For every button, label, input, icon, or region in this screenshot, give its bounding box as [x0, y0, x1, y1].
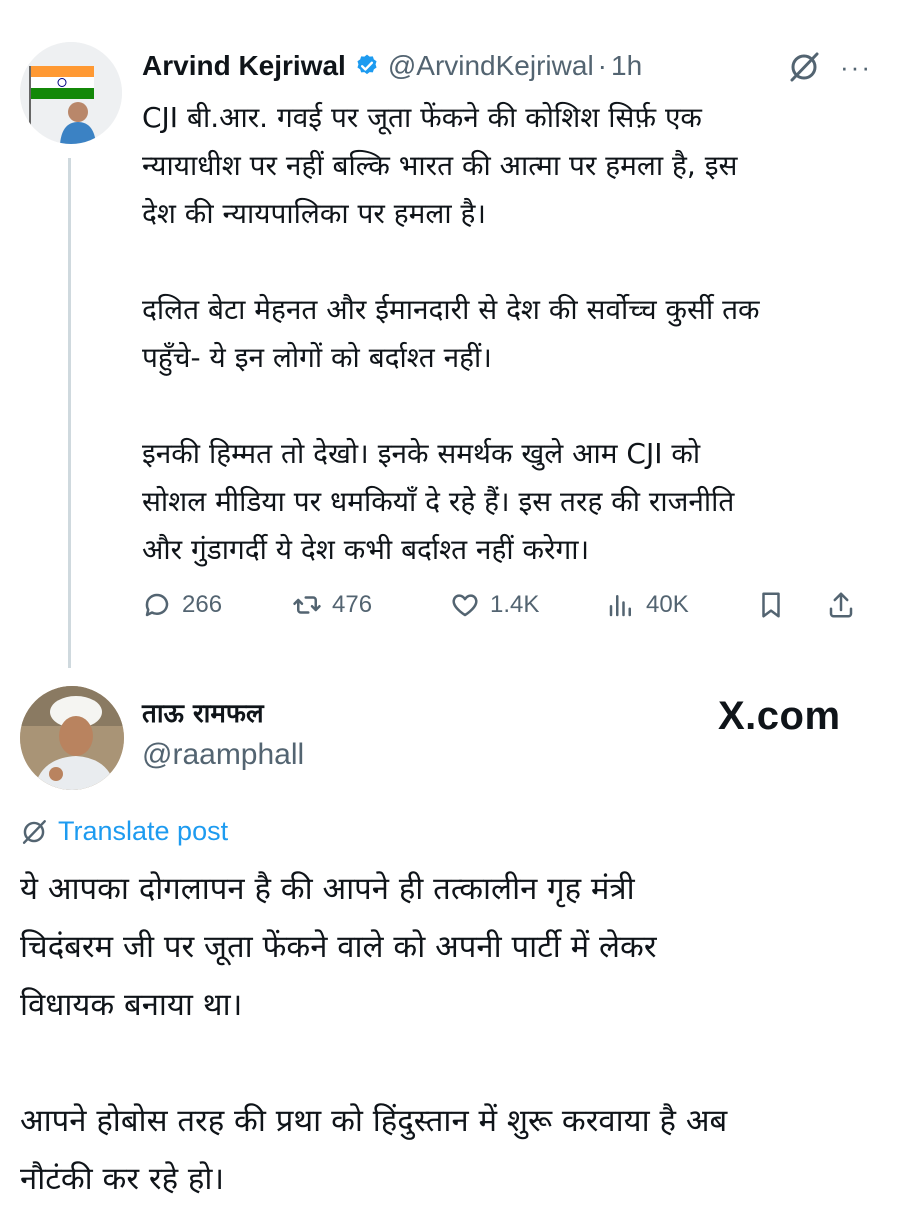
separator-dot: ·	[597, 50, 607, 81]
bookmark-button[interactable]	[756, 590, 826, 620]
reply-icon	[145, 593, 169, 617]
share-button[interactable]	[826, 590, 866, 620]
translate-post-link[interactable]: Translate post	[20, 816, 228, 847]
thread-connector-line	[68, 158, 71, 668]
grok-icon	[22, 819, 46, 844]
bookmark-icon	[762, 592, 780, 618]
tweet-header: Arvind Kejriwal @ArvindKejriwal · 1h	[142, 44, 882, 88]
repost-count: 476	[332, 591, 373, 618]
like-button[interactable]: 1.4K	[450, 590, 606, 620]
verified-badge-icon	[357, 54, 377, 75]
more-icon[interactable]: ···	[840, 52, 872, 83]
reply-author-name[interactable]: ताऊ रामफल	[142, 694, 264, 730]
author-name[interactable]: Arvind Kejriwal	[142, 50, 346, 82]
views-icon	[609, 595, 631, 617]
like-count: 1.4K	[490, 591, 540, 618]
tweet-paragraph: इनकी हिम्मत तो देखो। इनके समर्थक खुले आम…	[142, 437, 735, 566]
repost-icon	[293, 596, 321, 614]
reply-paragraph: आपने होबोस तरह की प्रथा को हिंदुस्तान मे…	[20, 1103, 728, 1197]
author-handle[interactable]: @ArvindKejriwal	[388, 50, 594, 82]
avatar-image	[20, 42, 122, 144]
share-icon	[829, 592, 853, 618]
reply-paragraph: ये आपका दोगलापन है की आपने ही तत्कालीन ग…	[20, 871, 657, 1023]
x-com-watermark: X.com	[718, 694, 841, 738]
like-icon	[452, 594, 478, 617]
avatar[interactable]	[20, 42, 122, 144]
reply-text: ये आपका दोगलापन है की आपने ही तत्कालीन ग…	[20, 860, 890, 1208]
views-button[interactable]: 40K	[606, 590, 756, 620]
views-count: 40K	[646, 591, 689, 618]
tweet-paragraph: CJI बी.आर. गवई पर जूता फेंकने की कोशिश स…	[142, 101, 738, 230]
avatar[interactable]	[20, 686, 124, 790]
reply-count: 266	[182, 591, 223, 618]
tweet-action-bar: 266 476 1.4K 40K	[142, 584, 882, 626]
tweet-paragraph: दलित बेटा मेहनत और ईमानदारी से देश की सर…	[142, 293, 760, 374]
translate-label: Translate post	[58, 816, 229, 846]
tweet-text: CJI बी.आर. गवई पर जूता फेंकने की कोशिश स…	[142, 94, 862, 574]
grok-icon[interactable]	[787, 50, 821, 84]
reply-button[interactable]: 266	[142, 590, 292, 620]
timestamp[interactable]: 1h	[611, 50, 642, 82]
avatar-image	[20, 686, 124, 790]
repost-button[interactable]: 476	[292, 590, 450, 620]
reply-author-handle[interactable]: @raamphall	[142, 738, 304, 772]
